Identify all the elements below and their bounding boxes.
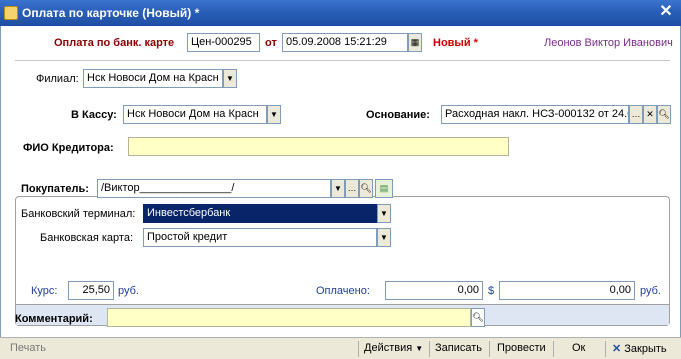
- rate-currency: руб.: [118, 285, 139, 297]
- user-name[interactable]: Леонов Виктор Иванович: [544, 37, 673, 49]
- branch-field[interactable]: Нск Новоси Дом на Красн: [83, 69, 223, 88]
- actions-label: Действия: [364, 342, 413, 354]
- window-title: Оплата по карточке (Новый) *: [22, 6, 200, 20]
- footer-separator: [429, 341, 430, 357]
- close-button[interactable]: ✕ Закрыть: [612, 342, 667, 355]
- creditor-label: ФИО Кредитора:: [23, 142, 114, 154]
- form-body: Оплата по банк. карте Цен-000295 от 05.0…: [0, 26, 681, 359]
- footer-separator: [553, 341, 554, 357]
- chevron-down-icon: ▼: [415, 344, 424, 353]
- basis-select-button[interactable]: …: [629, 105, 643, 124]
- buyer-dropdown-icon[interactable]: [331, 179, 345, 198]
- terminal-field[interactable]: Инвестсбербанк: [143, 204, 377, 223]
- rate-field[interactable]: 25,50: [68, 281, 114, 300]
- basis-label: Основание:: [366, 109, 430, 121]
- post-button[interactable]: Провести: [497, 342, 546, 354]
- cashbox-label: В Кассу:: [71, 109, 117, 121]
- buyer-details-icon[interactable]: ▤: [375, 179, 393, 198]
- close-x-icon: ✕: [612, 343, 622, 355]
- save-button[interactable]: Записать: [435, 342, 482, 354]
- close-label: Закрыть: [624, 343, 667, 355]
- creditor-field[interactable]: [128, 137, 509, 156]
- basis-clear-icon[interactable]: ✕: [643, 105, 657, 124]
- paid-rub-field[interactable]: 0,00: [499, 281, 635, 300]
- card-dropdown-icon[interactable]: [377, 228, 391, 247]
- rate-label: Курс:: [31, 285, 58, 297]
- card-label: Банковская карта:: [40, 232, 134, 244]
- footer-toolbar: Печать Действия ▼ Записать Провести Ок ✕…: [0, 337, 681, 359]
- doc-type-label: Оплата по банк. карте: [54, 37, 175, 49]
- actions-menu-button[interactable]: Действия ▼: [364, 342, 423, 354]
- footer-separator: [489, 341, 490, 357]
- basis-open-icon[interactable]: 🔍︎: [657, 105, 671, 124]
- paid-label: Оплачено:: [316, 285, 370, 297]
- status-label: Новый *: [433, 37, 478, 49]
- date-from-label: от: [265, 37, 277, 49]
- ok-button[interactable]: Ок: [572, 342, 585, 354]
- doc-number-field[interactable]: Цен-000295: [187, 33, 260, 52]
- document-icon: [4, 6, 18, 20]
- branch-label: Филиал:: [36, 73, 79, 85]
- calendar-icon[interactable]: ▦: [408, 33, 422, 52]
- buyer-label: Покупатель:: [21, 183, 89, 195]
- basis-field[interactable]: Расходная накл. НСЗ-000132 от 24.0: [441, 105, 629, 124]
- header-divider: [15, 60, 670, 61]
- cashbox-field[interactable]: Нск Новоси Дом на Красн: [123, 105, 267, 124]
- buyer-select-button[interactable]: …: [345, 179, 359, 198]
- branch-dropdown-icon[interactable]: [223, 69, 237, 88]
- footer-separator: [605, 341, 606, 357]
- comment-label: Комментарий:: [15, 313, 93, 325]
- paid-rub-currency: руб.: [640, 285, 661, 297]
- doc-date-field[interactable]: 05.09.2008 15:21:29: [282, 33, 408, 52]
- terminal-dropdown-icon[interactable]: [377, 204, 391, 223]
- paid-field[interactable]: 0,00: [385, 281, 483, 300]
- comment-search-icon[interactable]: 🔍︎: [471, 308, 485, 327]
- close-icon[interactable]: ✕: [657, 3, 675, 21]
- terminal-label: Банковский терминал:: [21, 208, 136, 220]
- title-bar: Оплата по карточке (Новый) * ✕: [0, 0, 681, 26]
- print-button[interactable]: Печать: [10, 342, 46, 354]
- buyer-open-icon[interactable]: 🔍︎: [359, 179, 373, 198]
- comment-field[interactable]: [107, 308, 471, 327]
- cashbox-dropdown-icon[interactable]: [267, 105, 281, 124]
- buyer-field[interactable]: /Виктор_______________/: [97, 179, 331, 198]
- footer-separator: [358, 341, 359, 357]
- usd-sign: $: [488, 285, 495, 297]
- card-field[interactable]: Простой кредит: [143, 228, 377, 247]
